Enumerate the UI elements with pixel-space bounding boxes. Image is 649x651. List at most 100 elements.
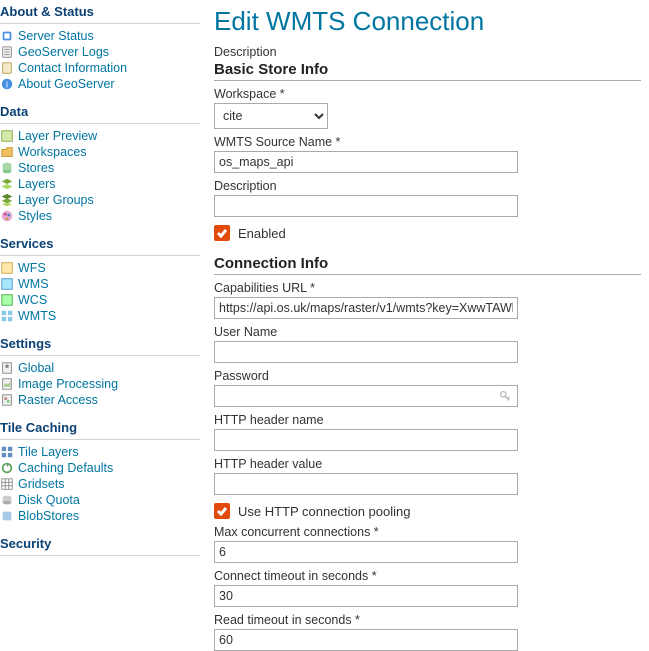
nav-section-title: Data <box>0 92 200 124</box>
nav-item-label[interactable]: Stores <box>18 161 54 175</box>
workspace-label: Workspace * <box>214 87 641 101</box>
password-label: Password <box>214 369 641 383</box>
contact-icon <box>0 61 14 75</box>
nav-item-caching-defaults[interactable]: Caching Defaults <box>0 460 200 476</box>
read-timeout-label: Read timeout in seconds * <box>214 613 641 627</box>
stores-icon <box>0 161 14 175</box>
check-icon <box>216 505 228 517</box>
nav-item-label[interactable]: Layer Preview <box>18 129 97 143</box>
styles-icon <box>0 209 14 223</box>
nav-item-label[interactable]: WCS <box>18 293 47 307</box>
wmts-icon <box>0 309 14 323</box>
http-header-value-label: HTTP header value <box>214 457 641 471</box>
password-input[interactable] <box>214 385 518 407</box>
nav-item-stores[interactable]: Stores <box>0 160 200 176</box>
nav-item-layer-preview[interactable]: Layer Preview <box>0 128 200 144</box>
http-header-value-input[interactable] <box>214 473 518 495</box>
nav-section-title: Settings <box>0 324 200 356</box>
nav-item-label[interactable]: WMTS <box>18 309 56 323</box>
gridsets-icon <box>0 477 14 491</box>
caps-url-input[interactable] <box>214 297 518 319</box>
key-icon <box>498 389 512 403</box>
nav-item-label[interactable]: Disk Quota <box>18 493 80 507</box>
nav-section-title: About & Status <box>0 4 200 24</box>
caps-url-label: Capabilities URL * <box>214 281 641 295</box>
workspace-select[interactable]: cite <box>214 103 328 129</box>
source-name-label: WMTS Source Name * <box>214 135 641 149</box>
description-label: Description <box>214 179 641 193</box>
enabled-label: Enabled <box>238 226 286 241</box>
username-input[interactable] <box>214 341 518 363</box>
nav-item-layers[interactable]: Layers <box>0 176 200 192</box>
caching-icon <box>0 461 14 475</box>
nav-item-label[interactable]: BlobStores <box>18 509 79 523</box>
workspaces-icon <box>0 145 14 159</box>
wms-icon <box>0 277 14 291</box>
nav-item-label[interactable]: Caching Defaults <box>18 461 113 475</box>
http-header-name-label: HTTP header name <box>214 413 641 427</box>
nav-item-label[interactable]: Server Status <box>18 29 94 43</box>
preview-icon <box>0 129 14 143</box>
read-timeout-input[interactable] <box>214 629 518 651</box>
page-title: Edit WMTS Connection <box>214 6 641 37</box>
nav-item-label[interactable]: Workspaces <box>18 145 87 159</box>
nav-item-raster-access[interactable]: Raster Access <box>0 392 200 408</box>
nav-item-label[interactable]: Styles <box>18 209 52 223</box>
nav-item-label[interactable]: Layer Groups <box>18 193 94 207</box>
nav-item-tile-layers[interactable]: Tile Layers <box>0 444 200 460</box>
nav-item-wfs[interactable]: WFS <box>0 260 200 276</box>
nav-section-title: Tile Caching <box>0 408 200 440</box>
max-conn-input[interactable] <box>214 541 518 563</box>
nav-item-wcs[interactable]: WCS <box>0 292 200 308</box>
http-header-name-input[interactable] <box>214 429 518 451</box>
nav-item-label[interactable]: Tile Layers <box>18 445 79 459</box>
disk-icon <box>0 493 14 507</box>
check-icon <box>216 227 228 239</box>
nav-item-label[interactable]: Global <box>18 361 54 375</box>
basic-store-info-header: Basic Store Info <box>214 61 641 81</box>
nav-item-label[interactable]: WMS <box>18 277 49 291</box>
description-input[interactable] <box>214 195 518 217</box>
connect-timeout-label: Connect timeout in seconds * <box>214 569 641 583</box>
connection-info-header: Connection Info <box>214 255 641 275</box>
layers-icon <box>0 177 14 191</box>
nav-item-about-geoserver[interactable]: About GeoServer <box>0 76 200 92</box>
nav-item-global[interactable]: Global <box>0 360 200 376</box>
source-name-input[interactable] <box>214 151 518 173</box>
nav-item-workspaces[interactable]: Workspaces <box>0 144 200 160</box>
nav-item-label[interactable]: About GeoServer <box>18 77 115 91</box>
nav-item-blobstores[interactable]: BlobStores <box>0 508 200 524</box>
nav-item-label[interactable]: WFS <box>18 261 46 275</box>
username-label: User Name <box>214 325 641 339</box>
nav-section-title: Security <box>0 524 200 556</box>
nav-item-label[interactable]: Raster Access <box>18 393 98 407</box>
nav-item-gridsets[interactable]: Gridsets <box>0 476 200 492</box>
status-icon <box>0 29 14 43</box>
enabled-checkbox[interactable] <box>214 225 230 241</box>
nav-item-label[interactable]: Contact Information <box>18 61 127 75</box>
nav-item-wms[interactable]: WMS <box>0 276 200 292</box>
nav-item-label[interactable]: GeoServer Logs <box>18 45 109 59</box>
nav-item-contact-information[interactable]: Contact Information <box>0 60 200 76</box>
sidebar: About & Status Server Status GeoServer Log… <box>0 0 200 646</box>
max-conn-label: Max concurrent connections * <box>214 525 641 539</box>
nav-item-server-status[interactable]: Server Status <box>0 28 200 44</box>
global-icon <box>0 361 14 375</box>
nav-item-wmts[interactable]: WMTS <box>0 308 200 324</box>
nav-item-image-processing[interactable]: Image Processing <box>0 376 200 392</box>
logs-icon <box>0 45 14 59</box>
nav-item-styles[interactable]: Styles <box>0 208 200 224</box>
nav-item-geoserver-logs[interactable]: GeoServer Logs <box>0 44 200 60</box>
image-icon <box>0 377 14 391</box>
nav-item-label[interactable]: Layers <box>18 177 56 191</box>
use-pool-label: Use HTTP connection pooling <box>238 504 410 519</box>
nav-item-layer-groups[interactable]: Layer Groups <box>0 192 200 208</box>
wcs-icon <box>0 293 14 307</box>
tilelayers-icon <box>0 445 14 459</box>
nav-item-disk-quota[interactable]: Disk Quota <box>0 492 200 508</box>
nav-item-label[interactable]: Image Processing <box>18 377 118 391</box>
connect-timeout-input[interactable] <box>214 585 518 607</box>
blob-icon <box>0 509 14 523</box>
nav-item-label[interactable]: Gridsets <box>18 477 65 491</box>
use-pool-checkbox[interactable] <box>214 503 230 519</box>
